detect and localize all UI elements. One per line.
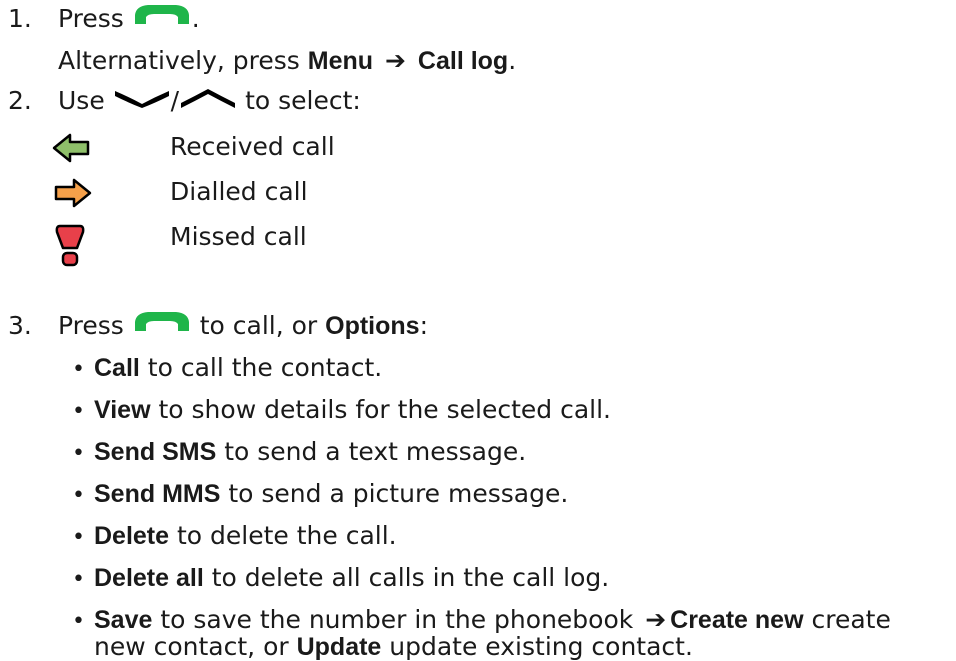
option-keyword: Delete <box>94 522 170 550</box>
call-log-keyword: Call log <box>417 47 509 75</box>
chevron-up-icon <box>179 83 237 117</box>
option-description: to send a picture message. <box>220 479 569 508</box>
to-call-text: to call, or <box>199 311 318 340</box>
step-number: 3. <box>8 311 32 340</box>
step-1-period: . <box>191 4 200 33</box>
option-description: update existing contact. <box>381 632 693 661</box>
bullet-icon: • <box>72 357 85 382</box>
option-keyword: Send SMS <box>94 438 217 466</box>
option-item-send-sms: • Send SMS to send a text message. <box>72 435 526 471</box>
option-keyword: Delete all <box>94 564 204 592</box>
step-number: 2. <box>8 86 32 115</box>
option-keyword: Send MMS <box>94 480 221 508</box>
dialled-call-icon <box>52 177 92 218</box>
option-description: to show details for the selected call. <box>150 395 611 424</box>
to-select-text: to select: <box>245 86 361 115</box>
step-1-press-text: Press <box>58 4 124 33</box>
bullet-icon: • <box>72 483 85 508</box>
option-description: to delete all calls in the call log. <box>203 563 610 592</box>
bullet-icon: • <box>72 525 85 550</box>
bullet-icon: • <box>72 399 85 424</box>
legend-label: Dialled call <box>170 177 308 206</box>
legend-label: Received call <box>170 132 335 161</box>
option-keyword: Call <box>94 354 140 382</box>
option-description: to call the contact. <box>139 353 383 382</box>
step-1-alternative: Alternatively, press Menu ➔ Call log. <box>58 44 516 78</box>
step-2-use-text: Use <box>58 86 105 115</box>
bullet-icon: • <box>72 567 85 592</box>
alt-prefix-text: Alternatively, press <box>58 46 300 75</box>
step-1-line: 1. Press . <box>0 2 200 37</box>
call-key-icon <box>132 1 192 35</box>
bullet-icon: • <box>72 441 85 466</box>
step-2-line: 2. Use / to select: <box>0 84 361 119</box>
menu-keyword: Menu <box>307 47 374 75</box>
option-item-save-continued: new contact, or Update update existing c… <box>94 630 693 661</box>
option-keyword: View <box>94 396 151 424</box>
update-keyword: Update <box>296 633 382 661</box>
step-number: 1. <box>8 4 32 33</box>
received-call-icon <box>52 132 92 173</box>
options-keyword: Options <box>325 312 420 340</box>
step-3-line: 3. Press to call, or Options: <box>0 309 428 344</box>
option-description: to send a text message. <box>216 437 527 466</box>
arrow-right-icon: ➔ <box>385 46 406 75</box>
option-description: new contact, or <box>94 632 297 661</box>
alt-period: . <box>508 46 517 75</box>
option-description: to delete the call. <box>169 521 397 550</box>
bullet-icon: • <box>72 609 85 634</box>
option-item-delete: • Delete to delete the call. <box>72 519 397 555</box>
option-item-send-mms: • Send MMS to send a picture message. <box>72 477 568 513</box>
legend-label: Missed call <box>170 222 307 251</box>
option-item-delete-all: • Delete all to delete all calls in the c… <box>72 561 609 597</box>
option-item-call: • Call to call the contact. <box>72 351 382 387</box>
call-key-icon <box>132 308 192 342</box>
slash-text: / <box>170 86 180 115</box>
chevron-down-icon <box>113 83 171 117</box>
missed-call-icon <box>52 222 92 277</box>
colon: : <box>419 311 428 340</box>
step-3-press-text: Press <box>58 311 124 340</box>
option-description: create <box>803 605 891 634</box>
option-item-view: • View to show details for the selected c… <box>72 393 611 429</box>
